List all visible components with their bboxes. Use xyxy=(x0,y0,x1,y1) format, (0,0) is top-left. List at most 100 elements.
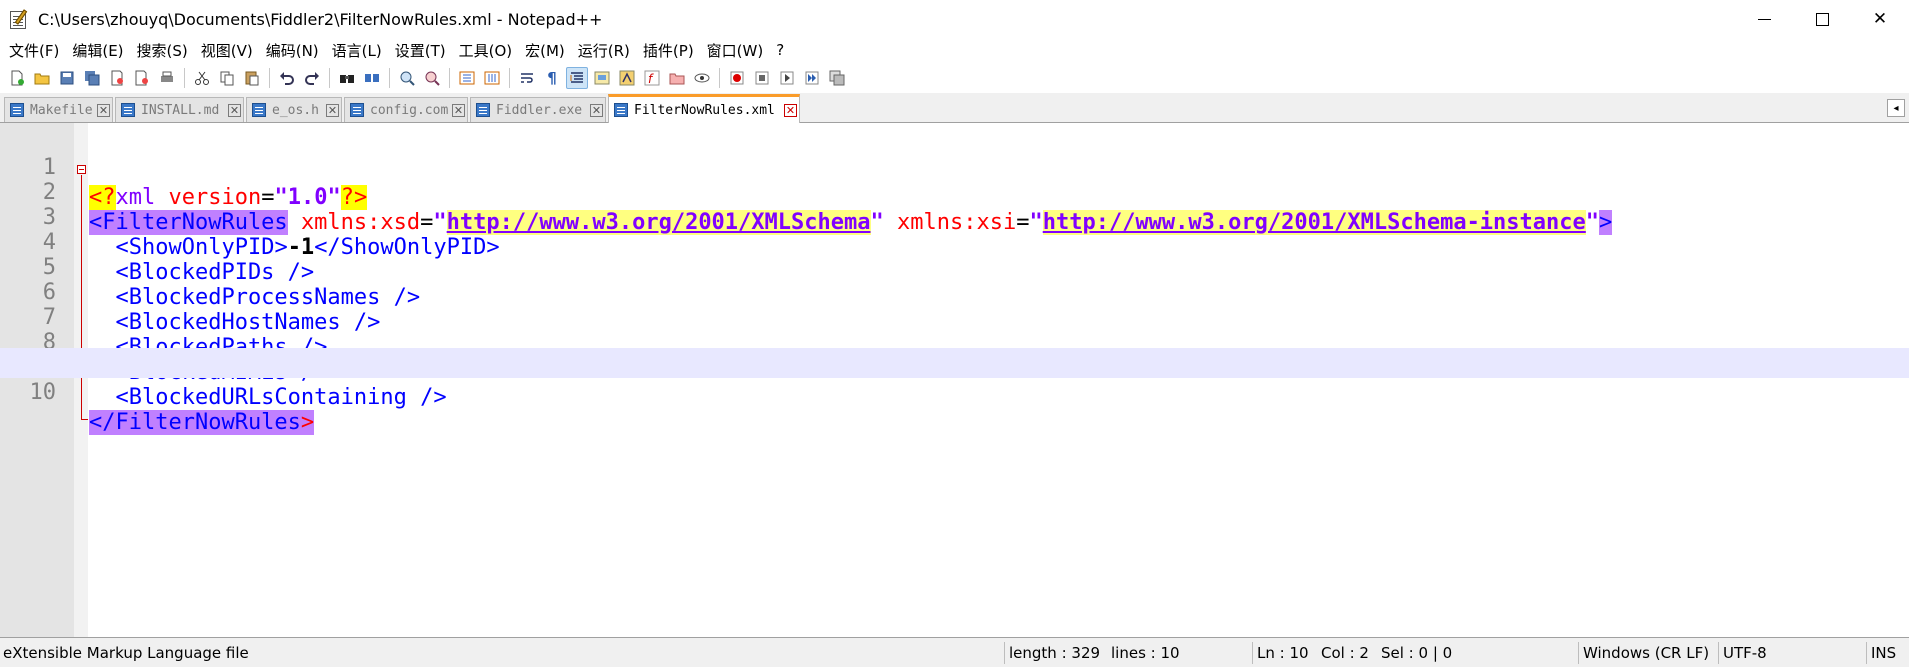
menu-view[interactable]: 视图(V) xyxy=(196,40,261,61)
toolbar-separator xyxy=(269,67,270,88)
function-icon[interactable]: f xyxy=(641,67,663,89)
file-icon xyxy=(614,103,628,117)
indent-guide-icon[interactable] xyxy=(566,66,588,89)
status-divider xyxy=(1252,642,1253,664)
status-bar: eXtensible Markup Language file length :… xyxy=(0,637,1909,667)
menu-edit[interactable]: 编辑(E) xyxy=(67,40,131,61)
new-file-icon[interactable] xyxy=(6,67,28,89)
file-icon xyxy=(121,103,135,117)
status-filetype: eXtensible Markup Language file xyxy=(3,644,249,662)
tab-makefile[interactable]: Makefile ✕ xyxy=(4,97,113,122)
status-length: length : 329 xyxy=(1009,644,1101,662)
tab-label: Makefile xyxy=(30,102,93,118)
save-all-icon[interactable] xyxy=(81,67,103,89)
tab-fiddler-exe[interactable]: Fiddler.exe ✕ xyxy=(470,97,606,122)
tab-install-md[interactable]: INSTALL.md ✕ xyxy=(115,97,244,122)
toolbar: ¶ f xyxy=(0,62,1909,93)
tab-config-com[interactable]: config.com ✕ xyxy=(344,97,468,122)
save-icon[interactable] xyxy=(56,67,78,89)
redo-icon[interactable] xyxy=(301,67,323,89)
stop-macro-icon[interactable] xyxy=(751,67,773,89)
doc-map-icon[interactable] xyxy=(591,67,613,89)
undo-icon[interactable] xyxy=(276,67,298,89)
menu-plugins[interactable]: 插件(P) xyxy=(638,40,702,61)
code-line-10: 10 </FilterNowRules> xyxy=(0,348,1909,435)
menu-file[interactable]: 文件(F) xyxy=(4,40,67,61)
close-tab-icon[interactable]: ✕ xyxy=(452,103,465,117)
menu-window[interactable]: 窗口(W) xyxy=(702,40,772,61)
close-tab-icon[interactable]: ✕ xyxy=(590,103,603,117)
status-encoding[interactable]: UTF-8 xyxy=(1720,638,1767,667)
folder-workspace-icon[interactable] xyxy=(666,67,688,89)
toolbar-separator xyxy=(449,67,450,88)
close-file-icon[interactable] xyxy=(106,67,128,89)
fold-end-marker xyxy=(81,419,88,420)
status-mode: INS xyxy=(1871,644,1897,662)
copy-icon[interactable] xyxy=(216,67,238,89)
sync-vertical-icon[interactable] xyxy=(456,67,478,89)
file-icon xyxy=(252,103,266,117)
print-icon[interactable] xyxy=(156,67,178,89)
tab-label: INSTALL.md xyxy=(141,102,220,118)
save-macro-icon[interactable] xyxy=(826,67,848,89)
editor[interactable]: 1 <?xml version="1.0"?> 2 <FilterNowRule… xyxy=(0,123,1909,637)
monitoring-icon[interactable] xyxy=(691,67,713,89)
tab-filternowrules-xml[interactable]: FilterNowRules.xml ✕ xyxy=(608,94,800,123)
status-eol[interactable]: Windows (CR LF) xyxy=(1580,638,1709,667)
status-lines: lines : 10 xyxy=(1111,644,1180,662)
menu-run[interactable]: 运行(R) xyxy=(573,40,638,61)
cut-icon[interactable] xyxy=(191,67,213,89)
run-macro-multiple-icon[interactable] xyxy=(801,67,823,89)
toolbar-separator xyxy=(509,67,510,88)
zoom-in-icon[interactable] xyxy=(396,67,418,89)
function-list-icon[interactable] xyxy=(616,67,638,89)
menu-macro[interactable]: 宏(M) xyxy=(520,40,573,61)
close-tab-icon[interactable]: ✕ xyxy=(228,103,241,117)
maximize-icon xyxy=(1815,12,1829,26)
tab-scroll-left-button[interactable]: ◂ xyxy=(1887,99,1905,117)
find-icon[interactable] xyxy=(336,67,358,89)
open-file-icon[interactable] xyxy=(31,67,53,89)
menu-help[interactable]: ? xyxy=(771,41,792,59)
tab-label: Fiddler.exe xyxy=(496,102,583,118)
title-bar: C:\Users\zhouyq\Documents\Fiddler2\Filte… xyxy=(0,0,1909,38)
file-icon xyxy=(350,103,364,117)
status-ln: Ln : 10 xyxy=(1257,644,1309,662)
close-tab-icon[interactable]: ✕ xyxy=(784,103,797,117)
sync-horizontal-icon[interactable] xyxy=(481,67,503,89)
status-divider xyxy=(1578,642,1579,664)
replace-icon[interactable] xyxy=(361,67,383,89)
status-divider xyxy=(1004,642,1005,664)
tab-label: e_os.h xyxy=(272,102,319,118)
close-all-icon[interactable] xyxy=(131,67,153,89)
toolbar-separator xyxy=(719,67,720,88)
toolbar-separator xyxy=(184,67,185,88)
word-wrap-icon[interactable] xyxy=(516,67,538,89)
menu-encoding[interactable]: 编码(N) xyxy=(261,40,327,61)
paste-icon[interactable] xyxy=(241,67,263,89)
notepad-app-icon[interactable] xyxy=(8,8,30,30)
status-sel: Sel : 0 | 0 xyxy=(1381,644,1453,662)
maximize-button[interactable] xyxy=(1793,0,1851,38)
close-window-button[interactable]: ✕ xyxy=(1851,0,1909,38)
toolbar-separator xyxy=(389,67,390,88)
record-macro-icon[interactable] xyxy=(726,67,748,89)
tag-end: > xyxy=(300,410,315,435)
close-tab-icon[interactable]: ✕ xyxy=(97,103,110,117)
tab-label: config.com xyxy=(370,102,449,118)
zoom-out-icon[interactable] xyxy=(421,67,443,89)
minimize-button[interactable] xyxy=(1735,0,1793,38)
show-all-chars-icon[interactable]: ¶ xyxy=(541,67,563,89)
menu-language[interactable]: 语言(L) xyxy=(327,40,390,61)
menu-search[interactable]: 搜索(S) xyxy=(132,40,196,61)
tab-bar: Makefile ✕ INSTALL.md ✕ e_os.h ✕ config.… xyxy=(0,93,1909,123)
menu-tools[interactable]: 工具(O) xyxy=(454,40,521,61)
minimize-icon xyxy=(1757,18,1771,20)
tab-e-os-h[interactable]: e_os.h ✕ xyxy=(246,97,342,122)
close-tab-icon[interactable]: ✕ xyxy=(326,103,339,117)
close-icon: ✕ xyxy=(1872,9,1888,29)
menu-settings[interactable]: 设置(T) xyxy=(390,40,454,61)
play-macro-icon[interactable] xyxy=(776,67,798,89)
status-col: Col : 2 xyxy=(1321,644,1369,662)
file-icon xyxy=(10,103,24,117)
